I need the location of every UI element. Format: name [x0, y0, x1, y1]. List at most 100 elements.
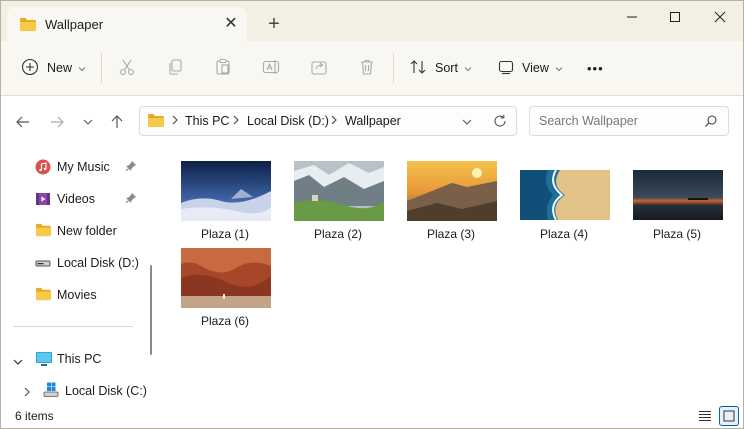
- view-button[interactable]: View: [498, 54, 563, 82]
- large-icons-view-button[interactable]: [719, 406, 739, 426]
- address-row: This PC Local Disk (D:) Wallpaper Search…: [1, 96, 743, 148]
- address-bar[interactable]: This PC Local Disk (D:) Wallpaper: [139, 106, 517, 136]
- copy-button[interactable]: [166, 54, 184, 82]
- breadcrumb-local-disk-d[interactable]: Local Disk (D:): [247, 114, 329, 128]
- sort-button-label: Sort: [435, 61, 458, 75]
- sidebar-item-this-pc[interactable]: This PC: [1, 345, 143, 373]
- thumbnail-image: [407, 161, 497, 221]
- sidebar-item-label: Local Disk (C:): [65, 384, 147, 398]
- file-name: Plaza (4): [539, 227, 589, 241]
- sidebar-item-movies[interactable]: Movies: [1, 281, 143, 309]
- tab-wallpaper[interactable]: Wallpaper ✕: [7, 7, 247, 41]
- sidebar-item-local-disk-d[interactable]: Local Disk (D:): [1, 249, 143, 277]
- sort-button[interactable]: Sort: [409, 54, 472, 82]
- search-input[interactable]: Search Wallpaper: [539, 114, 638, 128]
- address-history-chevron-icon[interactable]: [461, 116, 473, 130]
- scissors-icon: [118, 58, 136, 79]
- breadcrumb-separator-icon: [232, 114, 240, 128]
- sidebar-item-videos[interactable]: Videos: [1, 185, 143, 213]
- folder-icon: [147, 113, 165, 131]
- details-view-icon: [699, 411, 711, 421]
- chevron-down-icon: [555, 61, 563, 75]
- copy-icon: [166, 58, 184, 79]
- sidebar-item-local-disk-c[interactable]: Local Disk (C:): [1, 377, 147, 405]
- new-tab-button[interactable]: +: [263, 13, 285, 35]
- search-icon[interactable]: [704, 114, 718, 131]
- close-window-button[interactable]: [697, 1, 743, 33]
- thumbnail-image: [181, 248, 271, 308]
- sort-icon: [409, 58, 427, 79]
- chevron-down-icon: [464, 61, 472, 75]
- details-view-button[interactable]: [695, 406, 715, 426]
- file-name: Plaza (1): [200, 227, 250, 241]
- share-button[interactable]: [310, 54, 328, 82]
- chevron-down-icon: [78, 61, 86, 75]
- paste-button[interactable]: [214, 54, 232, 82]
- scrollbar-thumb[interactable]: [150, 265, 152, 355]
- trash-icon: [358, 58, 376, 79]
- item-count: 6 items: [15, 409, 54, 423]
- file-item[interactable]: Plaza (3): [403, 156, 499, 248]
- new-button[interactable]: New: [21, 54, 86, 82]
- breadcrumb-separator-icon: [330, 114, 338, 128]
- sidebar-item-label: New folder: [57, 224, 117, 238]
- arrow-left-icon: [16, 116, 29, 128]
- rename-button[interactable]: [262, 54, 280, 82]
- file-item[interactable]: Plaza (1): [177, 156, 273, 248]
- arrow-up-icon: [111, 115, 123, 128]
- folder-icon: [19, 17, 37, 35]
- file-name: Plaza (5): [652, 227, 702, 241]
- music-folder-icon: [35, 159, 51, 178]
- navigation-pane: My Music Videos New folder Local Disk (D…: [1, 148, 159, 404]
- sidebar-item-label: Local Disk (D:): [57, 256, 139, 270]
- drive-icon: [35, 255, 51, 274]
- folder-icon: [35, 287, 52, 304]
- sidebar-scrollbar[interactable]: [148, 153, 156, 355]
- delete-button[interactable]: [358, 54, 376, 82]
- sidebar-item-label: My Music: [57, 160, 110, 174]
- file-item[interactable]: Plaza (5): [629, 165, 725, 257]
- view-button-label: View: [522, 61, 549, 75]
- view-icon: [498, 59, 514, 78]
- pin-icon: [125, 192, 137, 207]
- up-button[interactable]: [107, 112, 127, 132]
- thumbnail-image: [181, 161, 271, 221]
- chevron-down-icon: [83, 119, 93, 125]
- refresh-icon[interactable]: [492, 113, 508, 132]
- forward-button[interactable]: [47, 112, 67, 132]
- sidebar-divider: [13, 326, 133, 327]
- file-item[interactable]: Plaza (2): [290, 156, 386, 248]
- pin-icon: [125, 160, 137, 175]
- tab-title: Wallpaper: [45, 17, 104, 32]
- tab-close-icon[interactable]: ✕: [221, 14, 241, 34]
- file-view: Plaza (1) Plaza (2) Plaza (3) Plaza (4) …: [161, 148, 743, 404]
- breadcrumb-wallpaper[interactable]: Wallpaper: [345, 114, 401, 128]
- minimize-button[interactable]: [609, 1, 655, 33]
- command-bar: New Sort View •••: [1, 41, 743, 96]
- chevron-right-icon[interactable]: [23, 386, 31, 400]
- file-explorer-window: Wallpaper ✕ + New Sort View ••• This PC …: [0, 0, 744, 429]
- chevron-down-icon[interactable]: [13, 355, 23, 369]
- more-options-button[interactable]: •••: [587, 54, 604, 82]
- maximize-button[interactable]: [652, 1, 698, 33]
- file-name: Plaza (6): [200, 314, 250, 328]
- file-name: Plaza (2): [313, 227, 363, 241]
- file-name: Plaza (3): [426, 227, 476, 241]
- back-button[interactable]: [13, 112, 33, 132]
- thumbnail-image: [633, 170, 723, 220]
- breadcrumb-this-pc[interactable]: This PC: [185, 114, 229, 128]
- cut-button[interactable]: [118, 54, 136, 82]
- sidebar-item-new-folder[interactable]: New folder: [1, 217, 143, 245]
- file-item[interactable]: Plaza (4): [516, 165, 612, 257]
- search-box[interactable]: Search Wallpaper: [529, 106, 729, 136]
- breadcrumb-separator-icon: [171, 114, 179, 128]
- sidebar-item-label: This PC: [57, 352, 102, 366]
- file-item[interactable]: Plaza (6): [177, 243, 273, 335]
- clipboard-icon: [214, 58, 232, 79]
- windows-drive-icon: [43, 382, 59, 401]
- sidebar-item-my-music[interactable]: My Music: [1, 153, 143, 181]
- recent-locations-button[interactable]: [78, 112, 98, 132]
- status-bar: 6 items: [1, 404, 743, 428]
- new-button-label: New: [47, 61, 73, 75]
- toolbar-divider: [101, 53, 102, 83]
